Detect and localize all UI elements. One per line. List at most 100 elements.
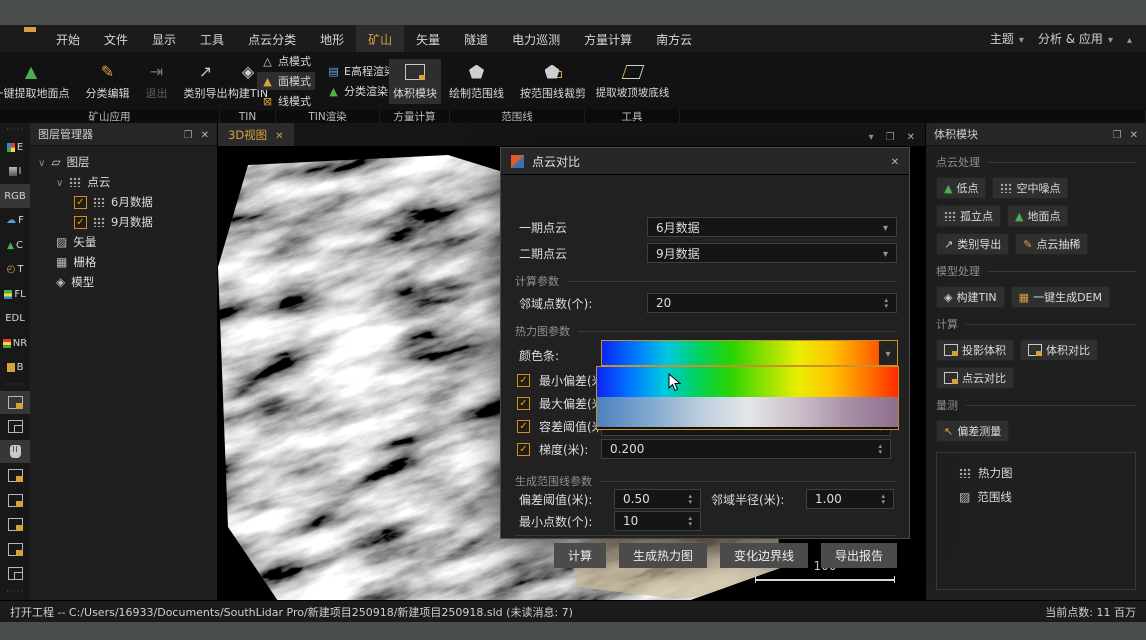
air-noise-button[interactable]: 空中噪点: [992, 177, 1068, 199]
view-top-tool[interactable]: [0, 464, 30, 487]
float-view-icon[interactable]: [886, 125, 895, 144]
min-points-spinner[interactable]: 10 ▴▾: [614, 511, 701, 531]
extract-ground-button[interactable]: 一键提取地面点: [0, 59, 74, 104]
volume-compare-button[interactable]: 体积对比: [1020, 339, 1098, 361]
generate-heatmap-button[interactable]: 生成热力图: [619, 543, 707, 568]
tab-3d-view[interactable]: 3D视图: [218, 123, 294, 146]
build-tin-button[interactable]: 构建TIN: [936, 286, 1005, 308]
classification-render-tool[interactable]: C: [0, 233, 30, 256]
colorbar-dropdown-button[interactable]: [879, 341, 897, 365]
tree-node-september-data[interactable]: 9月数据: [30, 212, 217, 232]
view-left-tool[interactable]: [0, 513, 30, 536]
view-front-tool[interactable]: [0, 489, 30, 512]
point-mode-button[interactable]: △点模式: [257, 52, 315, 70]
nr-render-tool[interactable]: NR: [0, 331, 30, 354]
pan-tool[interactable]: [0, 440, 30, 463]
menu-tunnel[interactable]: 隧道: [452, 25, 500, 52]
colorbar-option-muted[interactable]: [597, 397, 898, 427]
view-iso-tool[interactable]: [0, 562, 30, 585]
expander-icon[interactable]: [56, 175, 63, 189]
period2-combo[interactable]: 9月数据: [647, 243, 897, 263]
theme-menu[interactable]: 主题: [990, 30, 1024, 47]
time-render-tool[interactable]: T: [0, 258, 30, 281]
export-report-button[interactable]: 导出报告: [821, 543, 897, 568]
menu-south-cloud[interactable]: 南方云: [644, 25, 704, 52]
projected-volume-button[interactable]: 投影体积: [936, 339, 1014, 361]
tree-node-june-data[interactable]: 6月数据: [30, 192, 217, 212]
menu-power-inspection[interactable]: 电力巡测: [500, 25, 572, 52]
line-mode-button[interactable]: ⊠线模式: [257, 92, 315, 110]
checkbox-checked[interactable]: [517, 420, 530, 433]
checkbox-checked[interactable]: [517, 397, 530, 410]
menu-vector[interactable]: 矢量: [404, 25, 452, 52]
close-panel-icon[interactable]: [1130, 128, 1138, 141]
dialog-close-icon[interactable]: [891, 154, 899, 168]
tree-node-pointcloud[interactable]: 点云: [30, 172, 217, 192]
face-mode-button[interactable]: ▲面模式: [257, 72, 315, 90]
pointcloud-compare-button[interactable]: 点云对比: [936, 367, 1014, 389]
volume-module-button[interactable]: 体积模块: [389, 59, 441, 104]
clip-by-rangeline-button[interactable]: 按范围线裁剪: [516, 59, 590, 104]
close-tab-icon[interactable]: [275, 128, 283, 142]
rgb-render-tool[interactable]: RGB: [0, 184, 30, 207]
classify-edit-button[interactable]: 分类编辑: [82, 59, 134, 104]
rangeline-result-item[interactable]: 范围线: [937, 485, 1135, 509]
expander-icon[interactable]: [38, 155, 45, 169]
menu-display[interactable]: 显示: [140, 25, 188, 52]
flight-render-tool[interactable]: F: [0, 209, 30, 232]
fl-render-tool[interactable]: FL: [0, 282, 30, 305]
neighbor-count-spinner[interactable]: 20 ▴▾: [647, 293, 897, 313]
float-panel-icon[interactable]: [1113, 128, 1122, 141]
analysis-apply-menu[interactable]: 分析 & 应用: [1038, 30, 1113, 47]
draw-rangeline-button[interactable]: 绘制范围线: [445, 59, 508, 104]
neighbor-radius-spinner[interactable]: 1.00 ▴▾: [806, 489, 894, 509]
isolated-point-button[interactable]: 孤立点: [936, 205, 1001, 227]
low-point-button[interactable]: 低点: [936, 177, 986, 199]
menu-mine[interactable]: 矿山: [356, 25, 404, 52]
menu-terrain[interactable]: 地形: [308, 25, 356, 52]
b-render-tool[interactable]: B: [0, 356, 30, 379]
view-right-tool[interactable]: [0, 538, 30, 561]
close-panel-icon[interactable]: [201, 128, 209, 141]
gradient-spinner[interactable]: 0.200 ▴▾: [601, 439, 891, 459]
float-panel-icon[interactable]: [184, 128, 193, 141]
menu-file[interactable]: 文件: [92, 25, 140, 52]
checkbox-checked[interactable]: [74, 196, 87, 209]
checkbox-checked[interactable]: [74, 216, 87, 229]
menu-start[interactable]: 开始: [44, 25, 92, 52]
class-export-button[interactable]: 类别导出: [936, 233, 1009, 255]
period1-combo[interactable]: 6月数据: [647, 217, 897, 237]
ground-point-button[interactable]: 地面点: [1007, 205, 1068, 227]
spinner-arrows[interactable]: ▴▾: [878, 443, 882, 455]
checkbox-checked[interactable]: [517, 374, 530, 387]
deviation-measure-button[interactable]: 偏差测量: [936, 420, 1009, 442]
select-cube-tool[interactable]: [0, 391, 30, 414]
menu-volume-calculation[interactable]: 方量计算: [572, 25, 644, 52]
intensity-render-tool[interactable]: I: [0, 160, 30, 183]
menu-tools[interactable]: 工具: [188, 25, 236, 52]
dialog-title-bar[interactable]: 点云对比: [501, 148, 909, 175]
spinner-arrows[interactable]: ▴▾: [884, 297, 888, 309]
tab-list-icon[interactable]: [869, 125, 874, 144]
extract-slope-lines-button[interactable]: 提取坡顶坡底线: [592, 59, 674, 103]
calculate-button[interactable]: 计算: [554, 543, 606, 568]
tree-node-raster[interactable]: 栅格: [30, 252, 217, 272]
checkbox-checked[interactable]: [517, 443, 530, 456]
colorbar-option-rainbow[interactable]: [597, 367, 898, 397]
tree-node-vector[interactable]: 矢量: [30, 232, 217, 252]
close-view-icon[interactable]: [907, 125, 915, 144]
heatmap-result-item[interactable]: 热力图: [937, 461, 1135, 485]
edl-render-tool[interactable]: EDL: [0, 307, 30, 330]
spinner-arrows[interactable]: ▴▾: [688, 493, 692, 505]
deviation-threshold-spinner[interactable]: 0.50 ▴▾: [614, 489, 701, 509]
spinner-arrows[interactable]: ▴▾: [688, 515, 692, 527]
menu-pointcloud-classification[interactable]: 点云分类: [236, 25, 308, 52]
spinner-arrows[interactable]: ▴▾: [881, 493, 885, 505]
change-boundary-line-button[interactable]: 变化边界线: [720, 543, 808, 568]
one-key-dem-button[interactable]: 一键生成DEM: [1011, 286, 1110, 308]
tree-node-model[interactable]: 模型: [30, 272, 217, 292]
tree-node-layers[interactable]: 图层: [30, 152, 217, 172]
thin-pointcloud-button[interactable]: 点云抽稀: [1015, 233, 1088, 255]
collapse-ribbon-icon[interactable]: [1127, 32, 1132, 46]
elevation-render-tool[interactable]: E: [0, 135, 30, 158]
